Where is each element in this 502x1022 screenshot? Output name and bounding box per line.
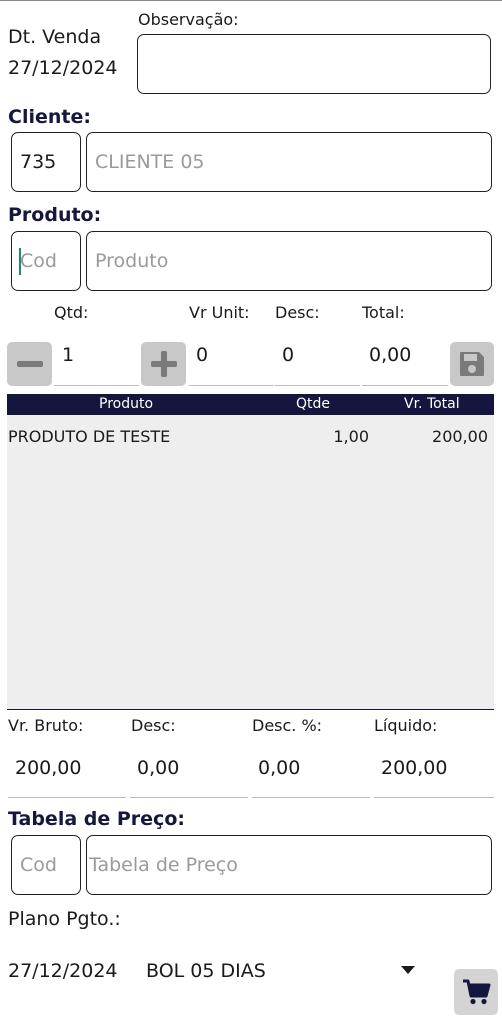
client-name-input[interactable]: CLIENTE 05 xyxy=(86,132,492,192)
observation-label: Observação: xyxy=(138,10,239,29)
discount-value: 0 xyxy=(282,344,295,366)
product-code-input[interactable]: Cod xyxy=(11,231,81,291)
top-divider xyxy=(0,0,502,1)
unit-price-value: 0 xyxy=(196,344,209,366)
cart-button[interactable] xyxy=(454,969,498,1015)
save-item-button[interactable] xyxy=(450,342,494,386)
increase-qty-button[interactable] xyxy=(141,342,186,386)
payment-plan-date: 27/12/2024 xyxy=(8,960,118,982)
product-name-input[interactable]: Produto xyxy=(86,231,492,291)
gross-underline xyxy=(8,797,126,798)
discount-label: Desc: xyxy=(275,303,320,322)
payment-plan-value: BOL 05 DIAS xyxy=(146,960,266,982)
qty-input-underline[interactable] xyxy=(54,385,139,386)
sale-date-label: Dt. Venda xyxy=(8,26,102,48)
total-discount-label: Desc: xyxy=(131,716,176,735)
column-header-total: Vr. Total xyxy=(404,396,460,412)
net-value: 200,00 xyxy=(381,757,448,779)
net-underline xyxy=(374,797,494,798)
gross-label: Vr. Bruto: xyxy=(8,716,84,735)
net-label: Líquido: xyxy=(374,716,438,735)
text-cursor xyxy=(19,248,21,275)
price-table-code-input[interactable]: Cod xyxy=(11,835,81,895)
row-product: PRODUTO DE TESTE xyxy=(8,427,171,446)
items-table-body: PRODUTO DE TESTE 1,00 200,00 xyxy=(7,415,494,710)
observation-input[interactable] xyxy=(137,34,491,94)
product-section-title: Produto: xyxy=(8,204,102,226)
total-label: Total: xyxy=(362,303,405,322)
price-table-section-title: Tabela de Preço: xyxy=(8,808,185,830)
gross-value: 200,00 xyxy=(15,757,82,779)
client-code-input[interactable]: 735 xyxy=(11,132,81,192)
discount-percent-value: 0,00 xyxy=(258,757,301,779)
total-underline xyxy=(362,385,448,386)
client-name-placeholder: CLIENTE 05 xyxy=(95,151,205,173)
total-discount-value: 0,00 xyxy=(137,757,180,779)
table-row[interactable]: PRODUTO DE TESTE 1,00 200,00 xyxy=(7,415,494,455)
qty-input-value: 1 xyxy=(62,344,75,366)
discount-underline[interactable] xyxy=(275,385,360,386)
qty-label: Qtd: xyxy=(54,303,89,322)
client-code-value: 735 xyxy=(20,151,57,173)
price-table-name-placeholder: Tabela de Preço xyxy=(89,854,238,876)
shopping-cart-icon xyxy=(463,979,491,1005)
payment-plan-label: Plano Pgto.: xyxy=(8,908,121,930)
floppy-disk-icon xyxy=(460,352,484,376)
product-name-placeholder: Produto xyxy=(95,250,169,272)
plus-icon xyxy=(150,351,177,377)
row-qty: 1,00 xyxy=(333,427,369,446)
discount-percent-label: Desc. %: xyxy=(252,716,323,735)
price-table-name-input[interactable]: Tabela de Preço xyxy=(86,835,492,895)
product-code-placeholder: Cod xyxy=(20,250,57,272)
discount-percent-underline[interactable] xyxy=(252,797,370,798)
column-header-product: Produto xyxy=(99,396,154,412)
sale-date-value: 27/12/2024 xyxy=(8,57,118,79)
unit-price-label: Vr Unit: xyxy=(189,303,250,322)
payment-plan-select[interactable]: BOL 05 DIAS xyxy=(143,954,428,990)
row-total: 200,00 xyxy=(432,427,488,446)
minus-icon xyxy=(16,361,43,367)
total-discount-underline[interactable] xyxy=(130,797,248,798)
items-table-header: Produto Qtde Vr. Total xyxy=(7,394,494,415)
unit-price-underline[interactable] xyxy=(189,385,274,386)
total-value: 0,00 xyxy=(369,344,412,366)
column-header-qty: Qtde xyxy=(296,396,331,412)
client-section-title: Cliente: xyxy=(8,106,91,128)
price-table-code-placeholder: Cod xyxy=(20,854,57,876)
decrease-qty-button[interactable] xyxy=(7,342,52,386)
caret-down-icon xyxy=(401,966,415,974)
